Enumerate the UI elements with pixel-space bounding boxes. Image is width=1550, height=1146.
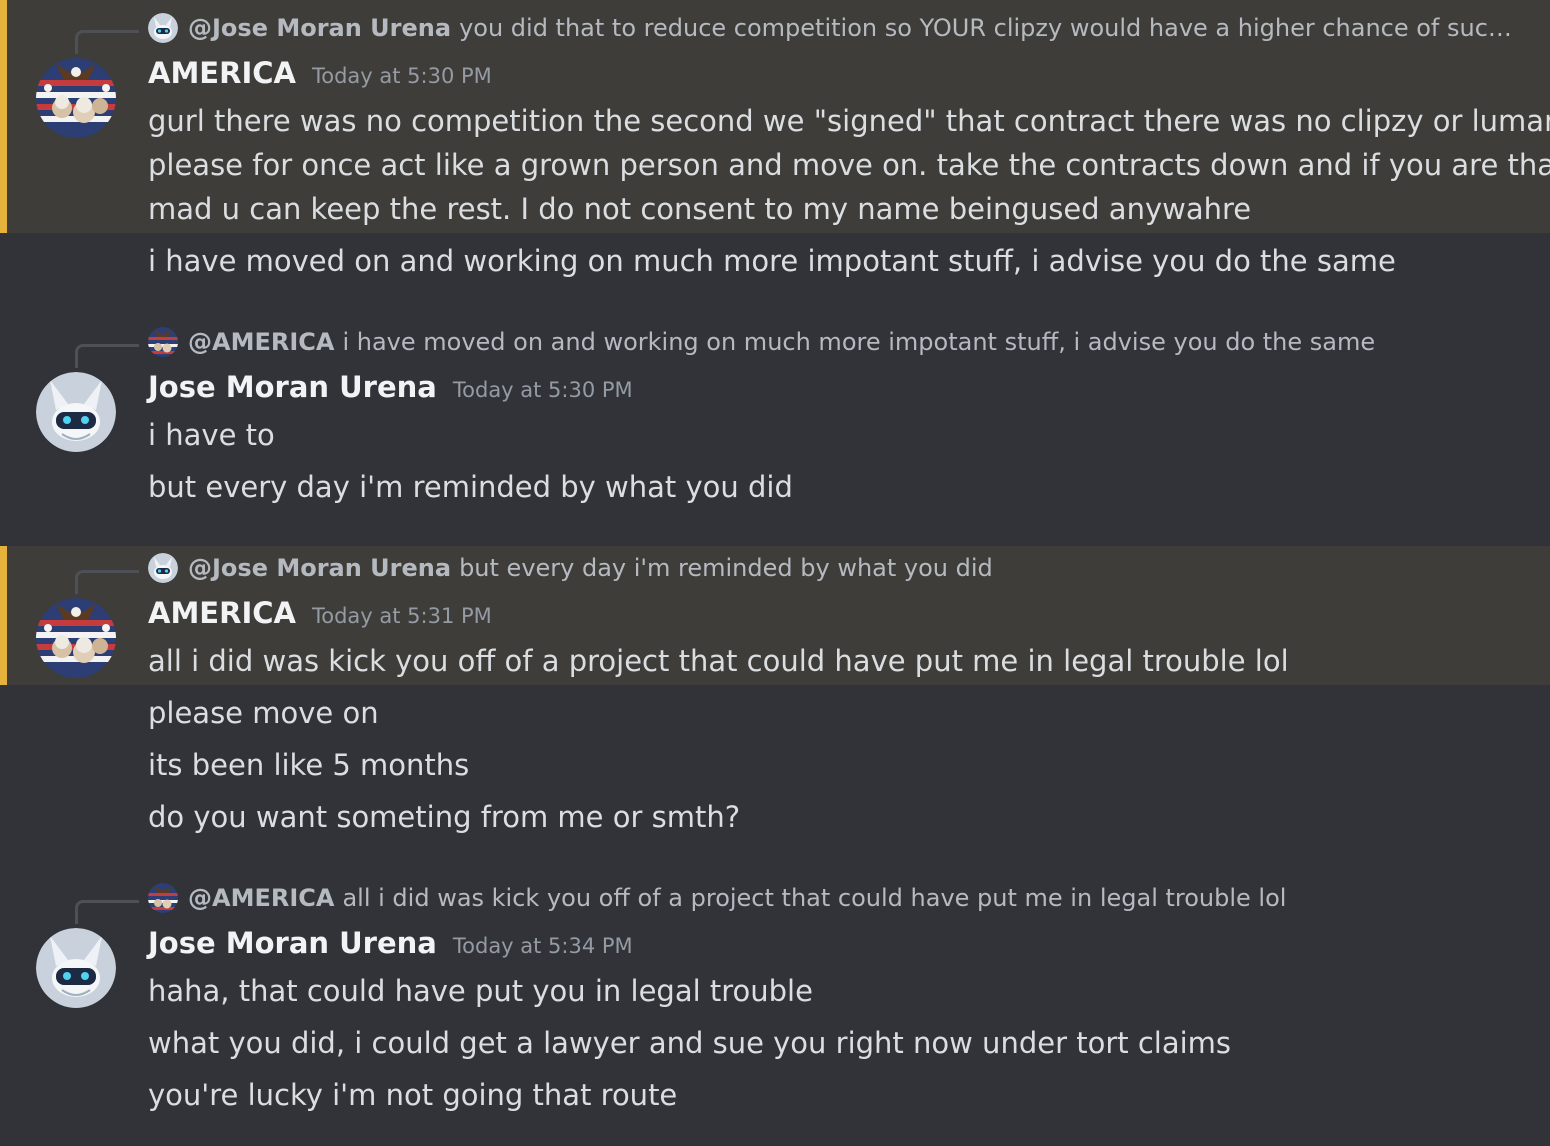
message-text: please move on	[148, 696, 379, 730]
reply-author-mention[interactable]: @Jose Moran Urena	[188, 14, 451, 42]
message-text: i have moved on and working on much more…	[148, 244, 1396, 278]
message-header: Jose Moran Urena Today at 5:34 PM	[148, 926, 633, 966]
author-name[interactable]: AMERICA	[148, 596, 296, 630]
message-text: its been like 5 months	[148, 748, 470, 782]
author-name[interactable]: AMERICA	[148, 56, 296, 90]
jose-avatar-icon[interactable]	[36, 928, 116, 1008]
america-avatar-icon[interactable]	[36, 58, 116, 138]
reply-text: all i did was kick you off of a project …	[342, 884, 1287, 912]
message-header: AMERICA Today at 5:30 PM	[148, 56, 492, 96]
message-text: do you want someting from me or smth?	[148, 800, 741, 834]
reply-author-mention[interactable]: @Jose Moran Urena	[188, 554, 451, 582]
america-mini-avatar-icon	[148, 883, 178, 913]
reply-preview[interactable]: @Jose Moran Urena but every day i'm remi…	[148, 552, 1518, 584]
jose-avatar-icon[interactable]	[36, 372, 116, 452]
mention-highlight-bar	[0, 546, 7, 685]
message-text: but every day i'm reminded by what you d…	[148, 470, 793, 504]
timestamp[interactable]: Today at 5:31 PM	[312, 604, 492, 628]
reply-author-mention[interactable]: @AMERICA	[188, 884, 334, 912]
author-name[interactable]: Jose Moran Urena	[148, 370, 437, 404]
message-text: please for once act like a grown person …	[148, 148, 1550, 182]
timestamp[interactable]: Today at 5:34 PM	[453, 934, 633, 958]
message-text: gurl there was no competition the second…	[148, 104, 1550, 138]
reply-preview[interactable]: @AMERICA i have moved on and working on …	[148, 326, 1518, 358]
america-mini-avatar-icon	[148, 327, 178, 357]
reply-text: you did that to reduce competition so YO…	[459, 14, 1518, 42]
message-text: i have to	[148, 418, 275, 452]
america-avatar-icon[interactable]	[36, 598, 116, 678]
message-header: AMERICA Today at 5:31 PM	[148, 596, 492, 636]
jose-mini-avatar-icon	[148, 553, 178, 583]
reply-preview[interactable]: @AMERICA all i did was kick you off of a…	[148, 882, 1518, 914]
message-text: haha, that could have put you in legal t…	[148, 974, 813, 1008]
reply-connector	[75, 570, 139, 594]
reply-author-mention[interactable]: @AMERICA	[188, 328, 334, 356]
reply-text: i have moved on and working on much more…	[342, 328, 1376, 356]
reply-connector	[75, 344, 139, 368]
message-header: Jose Moran Urena Today at 5:30 PM	[148, 370, 633, 410]
message-text: mad u can keep the rest. I do not consen…	[148, 192, 1252, 226]
message-text: what you did, i could get a lawyer and s…	[148, 1026, 1232, 1060]
timestamp[interactable]: Today at 5:30 PM	[312, 64, 492, 88]
reply-connector	[75, 900, 139, 924]
mention-highlight-bar	[0, 0, 7, 233]
jose-mini-avatar-icon	[148, 13, 178, 43]
message-text: you're lucky i'm not going that route	[148, 1078, 678, 1112]
reply-text: but every day i'm reminded by what you d…	[459, 554, 993, 582]
author-name[interactable]: Jose Moran Urena	[148, 926, 437, 960]
reply-preview[interactable]: @Jose Moran Urena you did that to reduce…	[148, 12, 1518, 44]
message-text: all i did was kick you off of a project …	[148, 644, 1289, 678]
reply-connector	[75, 30, 139, 54]
timestamp[interactable]: Today at 5:30 PM	[453, 378, 633, 402]
